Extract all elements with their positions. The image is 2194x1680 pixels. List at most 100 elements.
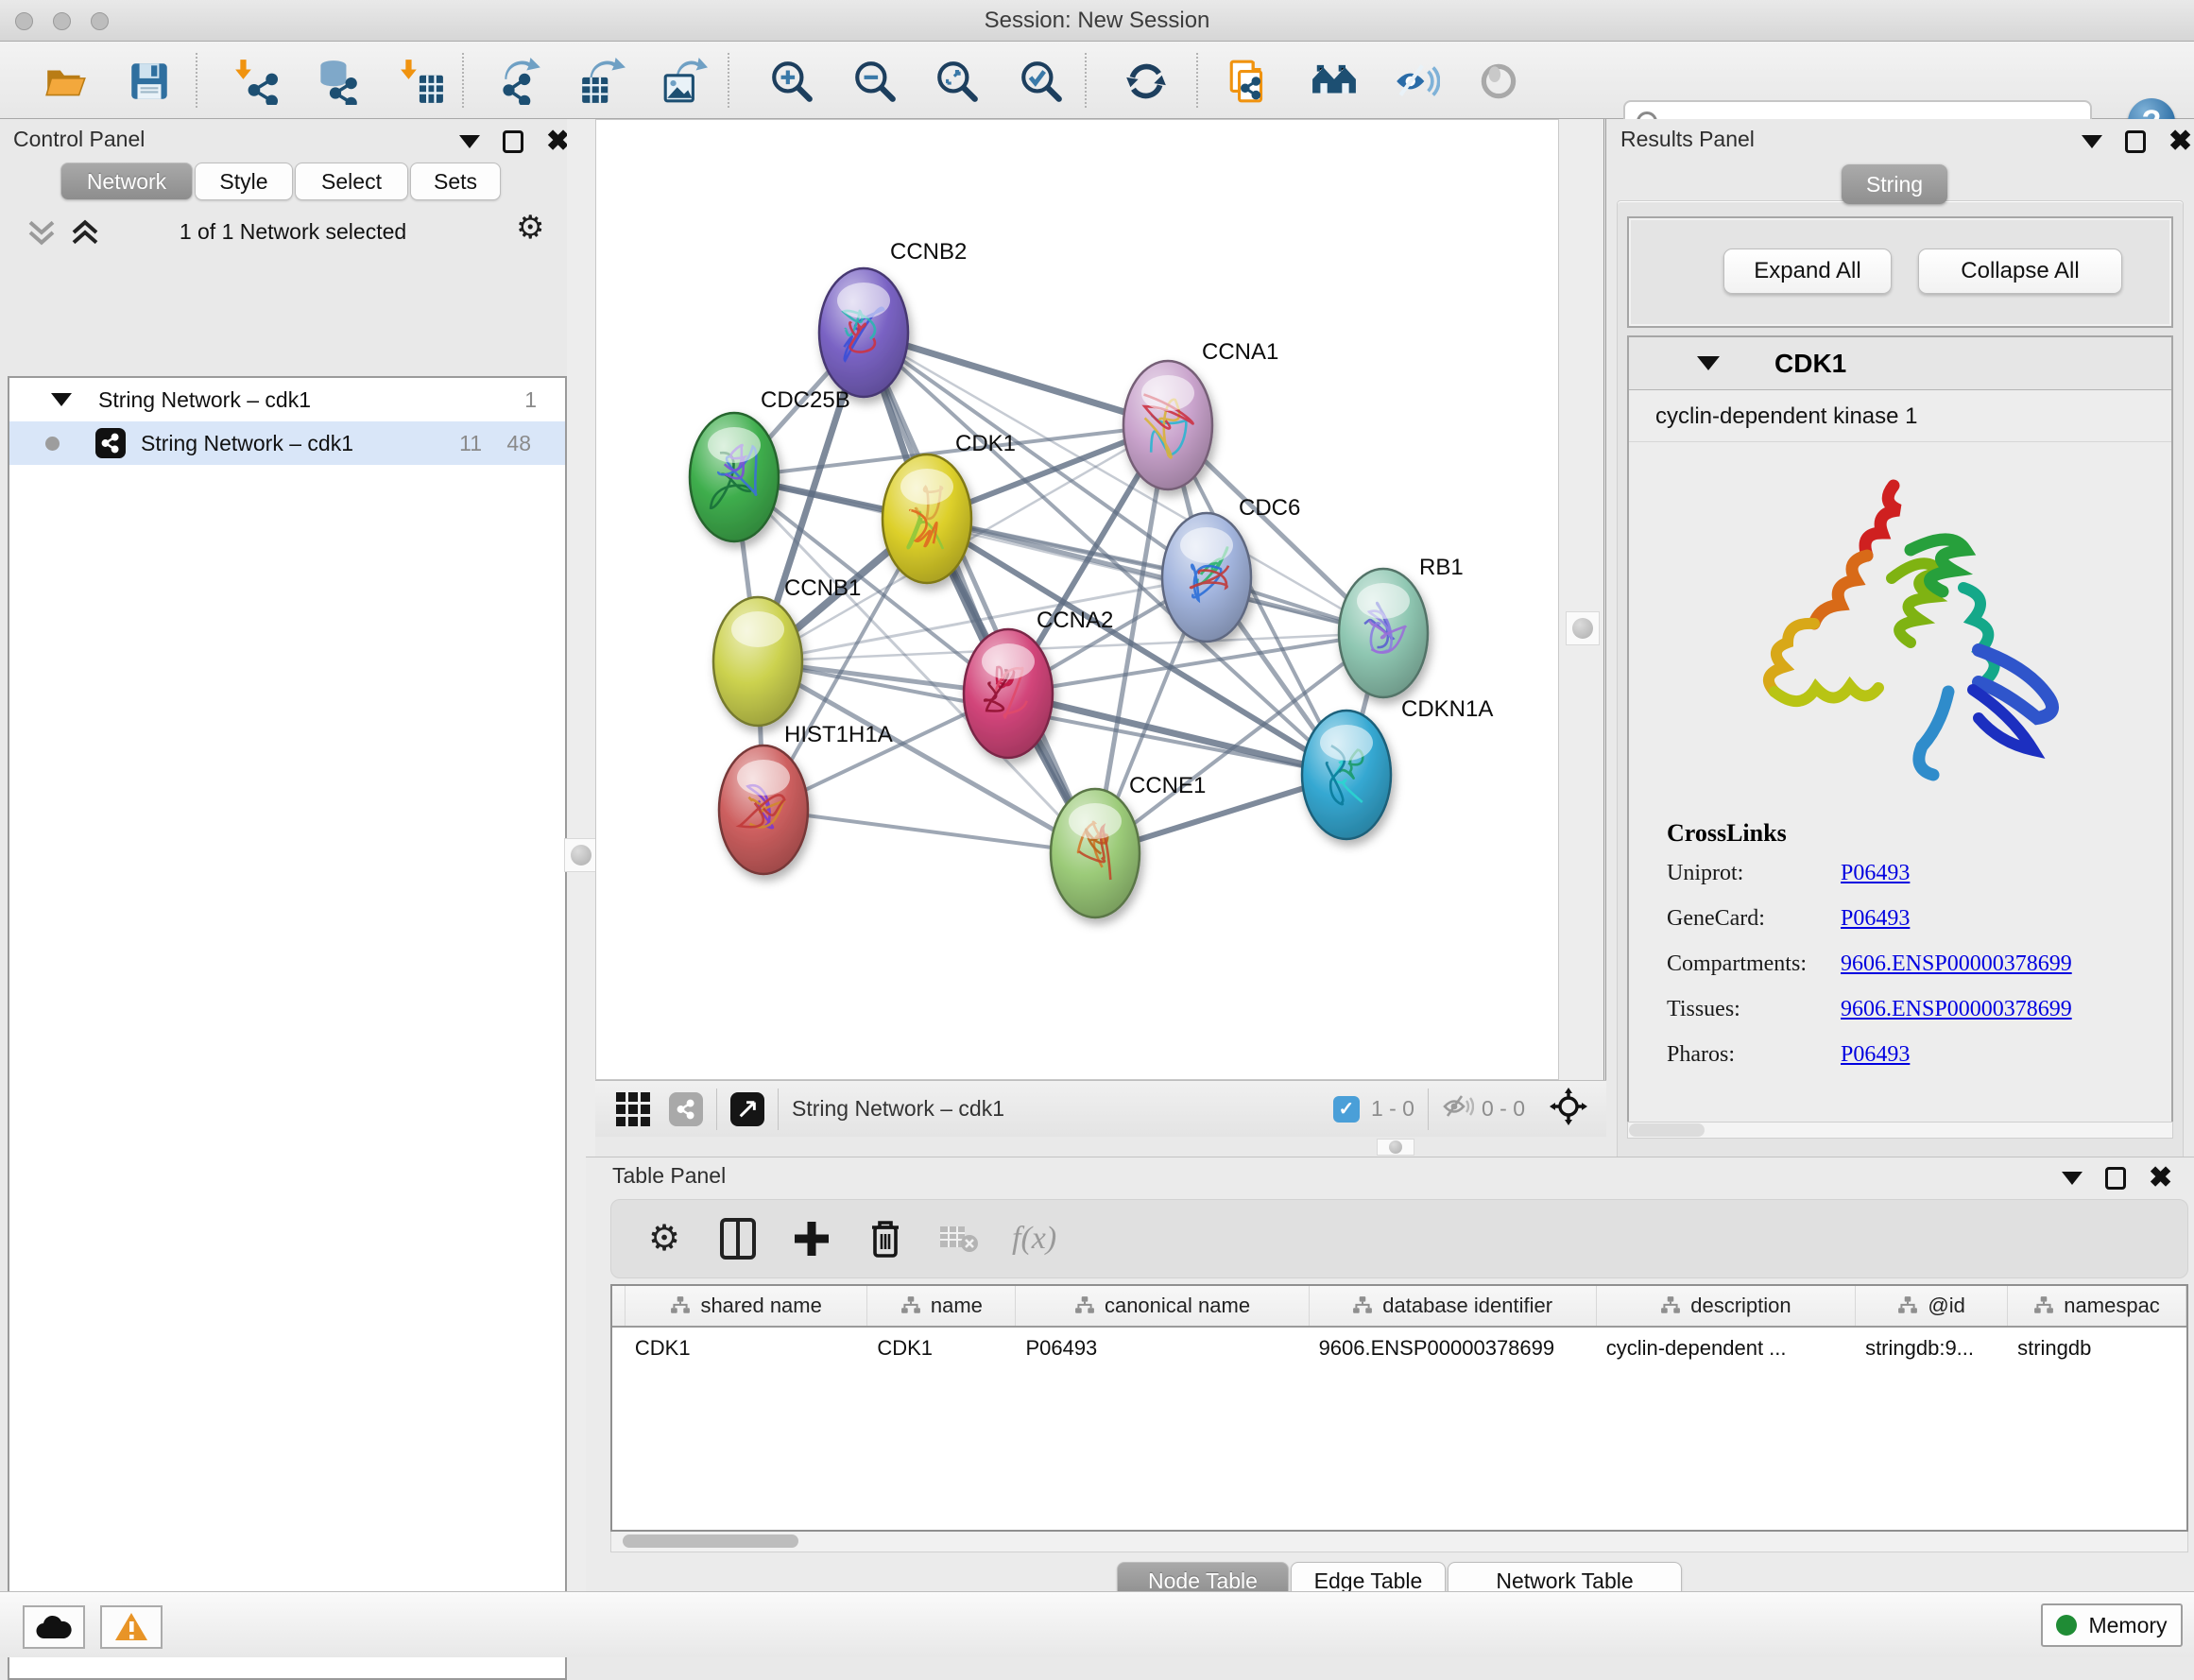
network-graph[interactable]: CCNB2CCNA1CDC25BCDK1CDC6RB1CCNB1CCNA2CDK… bbox=[596, 120, 1558, 1079]
network-node-CCNA1[interactable] bbox=[1123, 361, 1212, 489]
float-panel-icon[interactable] bbox=[503, 130, 523, 153]
tab-sets[interactable]: Sets bbox=[410, 163, 501, 200]
table-cell[interactable]: 9606.ENSP00000378699 bbox=[1310, 1328, 1597, 1369]
column-header-@id[interactable]: @id bbox=[1856, 1286, 2008, 1326]
show-all-button[interactable] bbox=[1472, 55, 1525, 108]
gene-header[interactable]: CDK1 bbox=[1629, 337, 2171, 390]
table-options-gear-icon[interactable]: ⚙ bbox=[643, 1218, 685, 1260]
memory-button[interactable]: Memory bbox=[2041, 1603, 2183, 1647]
network-edge[interactable] bbox=[763, 810, 1095, 853]
network-edge[interactable] bbox=[864, 333, 1168, 425]
hidden-eye-icon bbox=[1442, 1092, 1474, 1126]
float-panel-icon[interactable] bbox=[2105, 1167, 2126, 1190]
network-node-CCNB2[interactable] bbox=[819, 268, 908, 397]
cloud-button[interactable] bbox=[23, 1605, 85, 1649]
float-panel-icon[interactable] bbox=[2125, 130, 2146, 153]
network-row-selected[interactable]: String Network – cdk1 11 48 bbox=[9, 421, 565, 465]
eye-slash-icon bbox=[1393, 58, 1440, 105]
table-cell[interactable]: CDK1 bbox=[626, 1328, 867, 1369]
crosslink-link[interactable]: 9606.ENSP00000378699 bbox=[1841, 951, 2072, 977]
panel-menu-icon[interactable] bbox=[2082, 135, 2102, 148]
warnings-button[interactable] bbox=[100, 1605, 163, 1649]
network-node-CDC25B[interactable] bbox=[690, 413, 779, 541]
open-in-window-icon[interactable] bbox=[730, 1092, 764, 1126]
column-header-database-identifier[interactable]: database identifier bbox=[1310, 1286, 1597, 1326]
results-scrollbar[interactable] bbox=[1627, 1122, 2173, 1139]
node-table[interactable]: shared namenamecanonical namedatabase id… bbox=[610, 1284, 2188, 1532]
network-node-RB1[interactable] bbox=[1339, 569, 1428, 697]
collapse-all-button[interactable]: Collapse All bbox=[1918, 249, 2122, 294]
collapse-arrow-icon[interactable] bbox=[1697, 356, 1720, 370]
column-header-description[interactable]: description bbox=[1597, 1286, 1856, 1326]
birdseye-grid-icon[interactable] bbox=[616, 1092, 650, 1126]
network-view-title: String Network – cdk1 bbox=[792, 1096, 1004, 1122]
string-logo-gray-icon[interactable] bbox=[669, 1092, 703, 1126]
network-node-CCNE1[interactable] bbox=[1051, 789, 1140, 917]
tab-style[interactable]: Style bbox=[195, 163, 293, 200]
table-cell[interactable]: P06493 bbox=[1016, 1328, 1309, 1369]
crosslink-link[interactable]: 9606.ENSP00000378699 bbox=[1841, 997, 2072, 1022]
hide-selected-button[interactable] bbox=[1390, 55, 1443, 108]
network-canvas[interactable]: CCNB2CCNA1CDC25BCDK1CDC6RB1CCNB1CCNA2CDK… bbox=[595, 119, 1559, 1080]
horizontal-splitter-handle[interactable] bbox=[1377, 1139, 1414, 1156]
network-node-CDK1[interactable] bbox=[883, 454, 971, 583]
control-panel: Control Panel ✖ NetworkStyleSelectSets 1… bbox=[0, 119, 586, 1591]
column-header-canonical-name[interactable]: canonical name bbox=[1016, 1286, 1309, 1326]
panel-menu-icon[interactable] bbox=[2062, 1172, 2083, 1185]
new-network-from-selection-button[interactable] bbox=[1223, 55, 1276, 108]
close-panel-icon[interactable]: ✖ bbox=[2168, 130, 2192, 153]
delete-table-icon[interactable] bbox=[938, 1218, 980, 1260]
tab-select[interactable]: Select bbox=[295, 163, 408, 200]
fit-crosshair-icon[interactable] bbox=[1550, 1088, 1587, 1131]
table-cell[interactable]: stringdb:9... bbox=[1856, 1328, 2008, 1369]
network-node-HIST1H1A[interactable] bbox=[719, 746, 808, 874]
tab-string[interactable]: String bbox=[1842, 164, 1947, 204]
network-options-gear-icon[interactable]: ⚙ bbox=[516, 214, 544, 242]
import-network-from-file-button[interactable] bbox=[230, 55, 283, 108]
zoom-in-button[interactable] bbox=[765, 55, 818, 108]
export-table-button[interactable] bbox=[575, 55, 628, 108]
network-node-CDKN1A[interactable] bbox=[1302, 711, 1391, 839]
apply-layout-button[interactable] bbox=[1120, 55, 1173, 108]
column-header-shared-name[interactable]: shared name bbox=[626, 1286, 867, 1326]
import-network-from-database-button[interactable] bbox=[309, 55, 362, 108]
tab-network[interactable]: Network bbox=[60, 163, 193, 200]
splitter-handle[interactable] bbox=[564, 838, 598, 872]
table-cell[interactable]: stringdb bbox=[2008, 1328, 2186, 1369]
toggle-column-display-icon[interactable] bbox=[717, 1218, 759, 1260]
expand-all-button[interactable]: Expand All bbox=[1723, 249, 1892, 294]
crosslink-link[interactable]: P06493 bbox=[1841, 906, 1910, 932]
zoom-selected-button[interactable] bbox=[1015, 55, 1068, 108]
network-edge[interactable] bbox=[864, 333, 1095, 853]
network-node-CCNB1[interactable] bbox=[713, 597, 802, 726]
first-neighbors-button[interactable] bbox=[1308, 55, 1361, 108]
column-header-name[interactable]: name bbox=[867, 1286, 1016, 1326]
create-column-icon[interactable] bbox=[791, 1218, 832, 1260]
table-scrollbar[interactable] bbox=[610, 1532, 2188, 1552]
table-cell[interactable]: CDK1 bbox=[867, 1328, 1016, 1369]
table-cell[interactable]: cyclin-dependent ... bbox=[1597, 1328, 1856, 1369]
selected-checkbox-icon[interactable]: ✓ bbox=[1333, 1096, 1360, 1123]
collapse-arrow-icon[interactable] bbox=[51, 393, 72, 406]
open-file-button[interactable] bbox=[40, 55, 93, 108]
delete-columns-icon[interactable] bbox=[865, 1218, 906, 1260]
table-row[interactable]: CDK1CDK1P064939606.ENSP00000378699cyclin… bbox=[612, 1328, 2186, 1369]
fit-content-button[interactable] bbox=[931, 55, 984, 108]
collapse-tree-icon[interactable] bbox=[68, 217, 102, 252]
network-node-CCNA2[interactable] bbox=[964, 629, 1053, 758]
network-collection-row[interactable]: String Network – cdk1 1 bbox=[9, 378, 565, 421]
column-header-namespac[interactable]: namespac bbox=[2008, 1286, 2186, 1326]
panel-menu-icon[interactable] bbox=[459, 135, 480, 148]
import-table-from-file-button[interactable] bbox=[395, 55, 448, 108]
save-session-button[interactable] bbox=[123, 55, 176, 108]
expand-tree-icon[interactable] bbox=[25, 217, 59, 252]
zoom-out-button[interactable] bbox=[848, 55, 901, 108]
network-node-CDC6[interactable] bbox=[1162, 513, 1251, 642]
equation-builder-icon[interactable]: f(x) bbox=[1012, 1221, 1056, 1257]
export-image-button[interactable] bbox=[658, 55, 711, 108]
export-network-button[interactable] bbox=[494, 55, 547, 108]
splitter-handle[interactable] bbox=[1566, 611, 1600, 645]
crosslink-link[interactable]: P06493 bbox=[1841, 1042, 1910, 1068]
crosslink-link[interactable]: P06493 bbox=[1841, 861, 1910, 886]
close-panel-icon[interactable]: ✖ bbox=[2149, 1167, 2172, 1190]
